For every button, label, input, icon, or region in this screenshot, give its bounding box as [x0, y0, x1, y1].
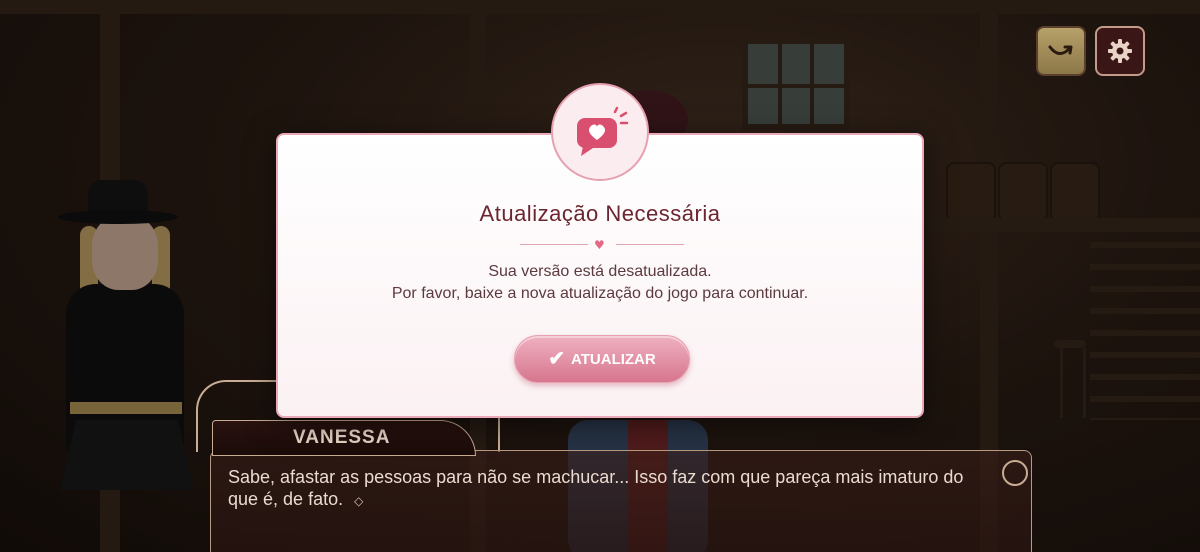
dialogue-text: Sabe, afastar as pessoas para não se mac… [228, 466, 988, 512]
update-button-label: ATUALIZAR [571, 350, 656, 368]
modal-message-line1: Sua versão está desatualizada. [488, 263, 712, 280]
dialogue-text-content: Sabe, afastar as pessoas para não se mac… [228, 467, 964, 509]
modal-message-line2: Por favor, baixe a nova atualização do j… [391, 285, 809, 302]
apple-icon [1002, 460, 1028, 486]
check-icon: ✔ [548, 348, 566, 370]
modal-title: Atualização Necessária [479, 201, 721, 226]
game-scene: VANESSA Sabe, afastar as pessoas para nã… [0, 0, 1200, 552]
modal-badge [551, 83, 649, 181]
heart-speech-bubble-icon [577, 106, 629, 156]
next-indicator-icon: ◇ [354, 494, 364, 508]
heart-icon: ♥ [594, 238, 605, 252]
skip-button[interactable] [1036, 26, 1086, 76]
speaker-name: VANESSA [212, 420, 476, 456]
skip-arrow-icon [1048, 45, 1073, 55]
modal-message: Sua versão está desatualizada. Por favor… [278, 261, 922, 305]
settings-button[interactable] [1095, 26, 1145, 76]
dialogue-box[interactable]: VANESSA Sabe, afastar as pessoas para nã… [196, 380, 1040, 552]
title-divider: ♥ [520, 239, 684, 251]
update-button[interactable]: ✔ ATUALIZAR [514, 335, 690, 383]
gear-icon [1108, 39, 1132, 63]
